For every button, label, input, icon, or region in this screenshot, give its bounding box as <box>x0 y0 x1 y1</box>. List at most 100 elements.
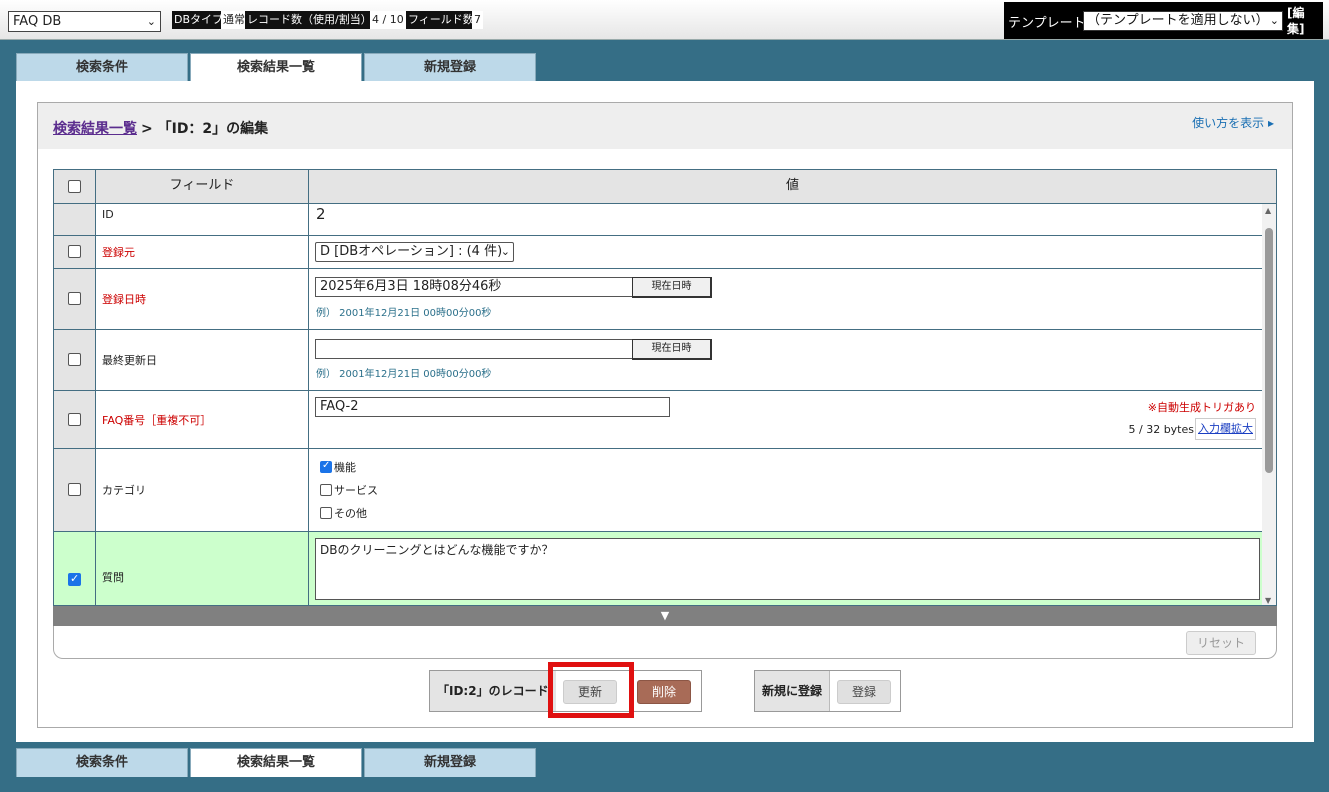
byte-count: 5 / 32 bytes <box>1128 423 1195 436</box>
updated-input[interactable] <box>315 339 633 359</box>
expand-grid-bar[interactable]: ▼ <box>53 606 1277 626</box>
field-label: 登録元 <box>96 236 309 268</box>
top-bar: FAQ DB ⌄ DBタイプ 通常 レコード数（使用/割当） 4 / 10 フィ… <box>0 0 1329 40</box>
row-updated: 最終更新日 現在日時 例） 2001年12月21日 00時00分00秒 <box>54 330 1262 391</box>
field-label-category: カテゴリ <box>102 484 146 497</box>
source-select-value: D [DBオペレーション] : (4 件) <box>320 244 503 259</box>
field-label-faqno: FAQ番号［重複不可］ <box>102 413 212 427</box>
row-id: ID 2 <box>54 204 1262 236</box>
new-action-box: 新規に登録 登録 <box>754 670 901 712</box>
header-value: 値 <box>785 178 799 193</box>
template-area: テンプレート （テンプレートを適用しない） ⌄ [編集] <box>1004 2 1323 39</box>
expand-input-link[interactable]: 入力欄拡大 <box>1195 418 1256 440</box>
checkbox-checked[interactable] <box>320 460 332 473</box>
breadcrumb: 検索結果一覧 > 「ID：2」の編集 使い方を表示 ▸ <box>38 103 1292 149</box>
field-label: 登録日時 <box>96 269 309 329</box>
field-value: 2 <box>309 204 1262 235</box>
scroll-up-icon[interactable]: ▲ <box>1265 206 1271 215</box>
chevron-down-icon: ⌄ <box>146 15 156 28</box>
field-count-label: フィールド数 <box>406 11 476 29</box>
select-all-checkbox[interactable] <box>68 180 81 193</box>
option-label: 機能 <box>334 461 356 474</box>
category-option-service[interactable]: サービス <box>320 482 378 498</box>
field-label: ID <box>96 204 309 235</box>
edit-grid: フィールド 値 ID 2 登録元 D [DBオペレーション] : (4 件) ⌄ <box>53 169 1277 606</box>
option-label: サービス <box>334 484 378 497</box>
scroll-down-icon[interactable]: ▼ <box>1265 596 1271 605</box>
delete-button[interactable]: 削除 <box>637 680 691 704</box>
option-label: その他 <box>334 507 367 520</box>
template-select[interactable]: （テンプレートを適用しない） ⌄ <box>1083 11 1283 31</box>
field-value: 機能 サービス その他 <box>309 449 1262 531</box>
updated-example: 例） 2001年12月21日 00時00分00秒 <box>316 369 492 380</box>
grid-scrollbar[interactable]: ▲ ▼ <box>1262 204 1276 605</box>
row-select-cell <box>54 449 96 531</box>
tab-new-record[interactable]: 新規登録 <box>364 53 536 82</box>
template-label: テンプレート <box>1008 16 1086 31</box>
row-checkbox[interactable] <box>68 353 81 366</box>
field-label-id: ID <box>102 208 114 221</box>
source-select[interactable]: D [DBオペレーション] : (4 件) ⌄ <box>315 242 514 262</box>
row-select-cell <box>54 330 96 390</box>
row-checkbox-checked[interactable] <box>68 572 81 586</box>
edit-area: 検索結果一覧 > 「ID：2」の編集 使い方を表示 ▸ フィールド 値 ID 2 <box>37 102 1293 728</box>
record-action-label: 「ID:2」のレコード <box>430 671 556 711</box>
tab-search-results-bottom[interactable]: 検索結果一覧 <box>190 748 362 777</box>
header-select-cell <box>54 170 96 204</box>
row-select-cell <box>54 391 96 448</box>
regdate-example: 例） 2001年12月21日 00時00分00秒 <box>316 308 492 319</box>
now-button[interactable]: 現在日時 <box>632 277 712 298</box>
reset-button[interactable]: リセット <box>1186 631 1256 655</box>
tab-search-results[interactable]: 検索結果一覧 <box>190 53 362 82</box>
row-select-cell <box>54 269 96 329</box>
field-label: 質問 <box>96 532 309 605</box>
row-category: カテゴリ 機能 サービス その他 <box>54 449 1262 532</box>
row-select-cell <box>54 204 96 235</box>
db-select-value: FAQ DB <box>13 14 62 29</box>
db-type-label: DBタイプ <box>172 11 226 29</box>
grid-footer <box>53 626 1277 659</box>
row-source: 登録元 D [DBオペレーション] : (4 件) ⌄ <box>54 236 1262 269</box>
checkbox[interactable] <box>320 507 332 519</box>
record-count-value: 4 / 10 <box>370 11 406 29</box>
field-label: カテゴリ <box>96 449 309 531</box>
regdate-input[interactable]: 2025年6月3日 18時08分46秒 <box>315 277 633 297</box>
db-type-value: 通常 <box>221 11 247 29</box>
record-count-label: レコード数（使用/割当） <box>245 11 374 29</box>
field-value: D [DBオペレーション] : (4 件) ⌄ <box>309 236 1262 268</box>
new-action-label: 新規に登録 <box>755 671 831 711</box>
main-panel: 検索結果一覧 > 「ID：2」の編集 使い方を表示 ▸ フィールド 値 ID 2 <box>16 81 1314 742</box>
now-button[interactable]: 現在日時 <box>632 339 712 360</box>
field-label-updated: 最終更新日 <box>102 354 157 367</box>
breadcrumb-current: > 「ID：2」の編集 <box>141 121 269 137</box>
checkbox[interactable] <box>320 484 332 496</box>
grid-header: フィールド 値 <box>54 170 1276 204</box>
tab-search-conditions[interactable]: 検索条件 <box>16 53 188 82</box>
row-select-cell <box>54 532 96 605</box>
question-textarea[interactable]: DBのクリーニングとはどんな機能ですか？ <box>315 538 1260 600</box>
breadcrumb-link-results[interactable]: 検索結果一覧 <box>53 118 137 138</box>
row-checkbox[interactable] <box>68 245 81 258</box>
scroll-thumb[interactable] <box>1265 228 1273 473</box>
howto-link[interactable]: 使い方を表示 ▸ <box>1192 114 1274 131</box>
tab-search-conditions-bottom[interactable]: 検索条件 <box>16 748 188 777</box>
row-checkbox[interactable] <box>68 483 81 496</box>
id-value: 2 <box>316 205 326 223</box>
row-question: 質問 DBのクリーニングとはどんな機能ですか？ <box>54 532 1262 605</box>
tab-new-record-bottom[interactable]: 新規登録 <box>364 748 536 777</box>
field-value: 2025年6月3日 18時08分46秒 現在日時 例） 2001年12月21日 … <box>309 269 1262 329</box>
chevron-down-icon: ⌄ <box>1269 14 1279 27</box>
db-select[interactable]: FAQ DB ⌄ <box>8 11 161 32</box>
header-field: フィールド <box>96 170 309 204</box>
register-button[interactable]: 登録 <box>837 680 891 704</box>
category-option-function[interactable]: 機能 <box>320 459 356 475</box>
trigger-note: ※自動生成トリガあり <box>1147 401 1256 414</box>
row-checkbox[interactable] <box>68 292 81 305</box>
faqno-input[interactable]: FAQ-2 <box>315 397 670 417</box>
category-option-other[interactable]: その他 <box>320 505 367 521</box>
field-value: FAQ-2 ※自動生成トリガあり 5 / 32 bytes 入力欄拡大 <box>309 391 1262 448</box>
field-label: 最終更新日 <box>96 330 309 390</box>
template-edit-link[interactable]: [編集] <box>1287 5 1305 37</box>
field-label-question: 質問 <box>102 571 124 584</box>
row-checkbox[interactable] <box>68 413 81 426</box>
